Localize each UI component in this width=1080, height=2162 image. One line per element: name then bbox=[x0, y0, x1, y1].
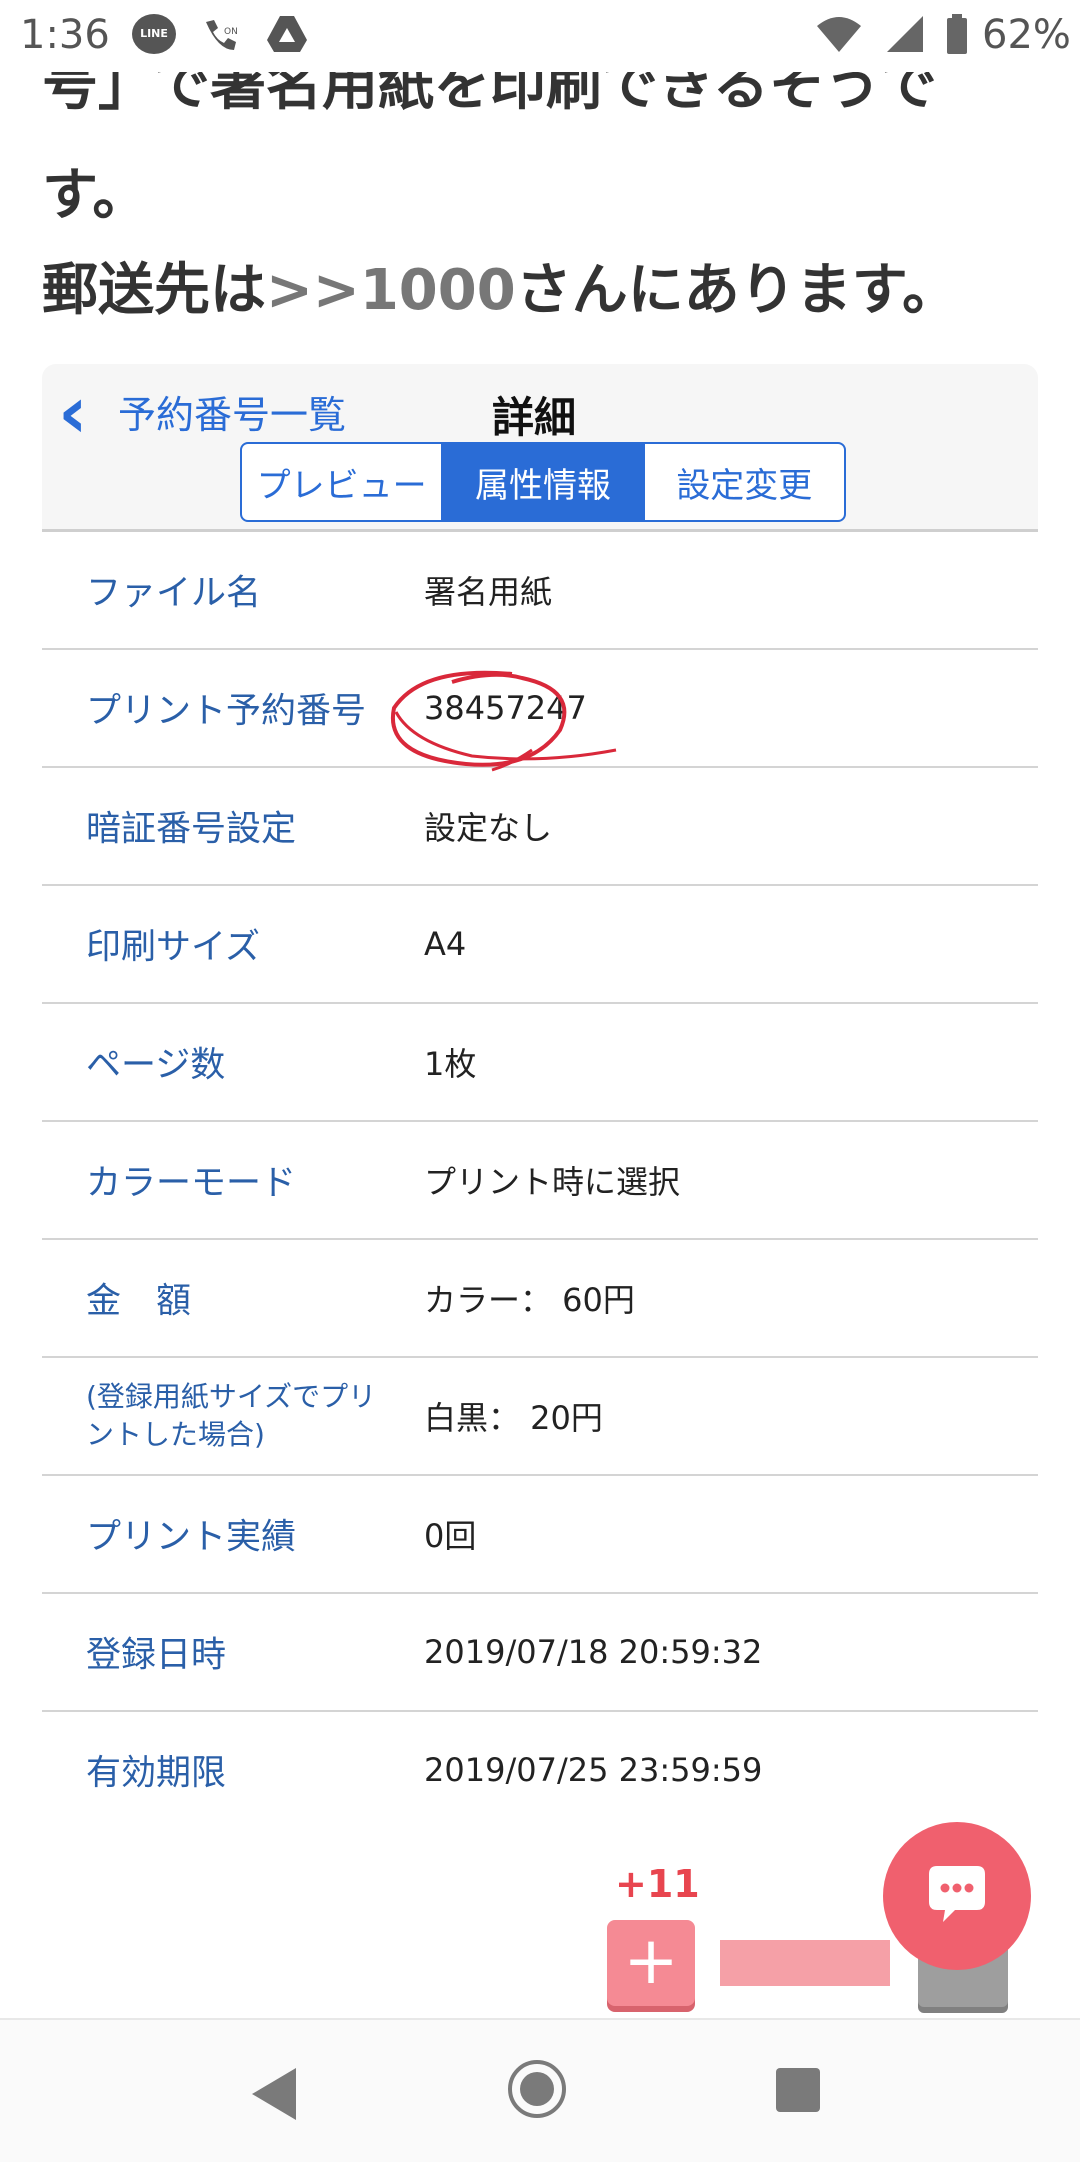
chat-bubble-icon bbox=[929, 1866, 985, 1922]
progress-strip bbox=[720, 1940, 890, 1986]
row-value: 38457247 bbox=[424, 689, 587, 727]
chat-button[interactable] bbox=[883, 1822, 1031, 1970]
row-label: 登録日時 bbox=[86, 1635, 227, 1676]
wifi-calling-icon: ON bbox=[206, 20, 238, 50]
row-value: 設定なし bbox=[424, 809, 553, 847]
row-value: A4 bbox=[424, 925, 467, 963]
list-item: (登録用紙サイズでプリントした場合) 白黒： 20円 bbox=[42, 1358, 1038, 1476]
wifi-icon bbox=[817, 17, 861, 52]
row-label: 印刷サイズ bbox=[86, 927, 260, 968]
list-item: 登録日時 2019/07/18 20:59:32 bbox=[42, 1594, 1038, 1712]
list-item: カラーモード プリント時に選択 bbox=[42, 1122, 1038, 1240]
battery-icon bbox=[947, 14, 967, 54]
row-value: 署名用紙 bbox=[424, 573, 553, 611]
tab-attributes[interactable]: 属性情報 bbox=[443, 444, 645, 520]
list-item: ページ数 1枚 bbox=[42, 1004, 1038, 1122]
recent-apps-icon[interactable] bbox=[776, 2068, 820, 2112]
detail-header: ‹ 予約番号一覧 詳細 プレビュー 属性情報 設定変更 bbox=[42, 364, 1038, 532]
row-label: (登録用紙サイズでプリントした場合) bbox=[86, 1380, 377, 1451]
tab-settings[interactable]: 設定変更 bbox=[645, 444, 844, 520]
row-value: 1枚 bbox=[424, 1045, 477, 1083]
article-text: 郵送先は bbox=[42, 258, 266, 323]
row-label: プリント予約番号 bbox=[86, 691, 367, 732]
page-title: 詳細 bbox=[492, 393, 577, 442]
row-label: ファイル名 bbox=[86, 573, 262, 614]
tab-preview[interactable]: プレビュー bbox=[242, 444, 444, 520]
row-value: プリント時に選択 bbox=[424, 1163, 681, 1201]
back-button[interactable]: 予約番号一覧 bbox=[118, 384, 346, 439]
segmented-control: プレビュー 属性情報 設定変更 bbox=[240, 442, 846, 522]
back-icon[interactable] bbox=[252, 2068, 296, 2120]
list-item: ファイル名 署名用紙 bbox=[42, 532, 1038, 650]
row-label: 有効期限 bbox=[86, 1753, 227, 1794]
row-label: 金 額 bbox=[86, 1281, 192, 1322]
line-app-icon: LINE bbox=[132, 14, 176, 54]
article-line-2: す。 bbox=[42, 163, 149, 228]
row-value: 0回 bbox=[424, 1517, 477, 1555]
article-text: さんにあります。 bbox=[515, 258, 959, 323]
navigation-bar bbox=[0, 2018, 1080, 2162]
plus-button[interactable]: + bbox=[607, 1920, 695, 2006]
row-value: 白黒： 20円 bbox=[424, 1399, 603, 1437]
home-icon[interactable] bbox=[508, 2060, 566, 2118]
chevron-left-icon[interactable]: ‹ bbox=[58, 370, 88, 454]
list-item: 印刷サイズ A4 bbox=[42, 886, 1038, 1004]
list-item: プリント実績 0回 bbox=[42, 1476, 1038, 1594]
row-value: 2019/07/18 20:59:32 bbox=[424, 1633, 763, 1671]
list-item: 金 額 カラー： 60円 bbox=[42, 1240, 1038, 1358]
row-label: プリント実績 bbox=[86, 1517, 297, 1558]
row-label: ページ数 bbox=[86, 1045, 226, 1086]
plus-count-badge: +11 bbox=[615, 1862, 700, 1906]
svg-text:ON: ON bbox=[224, 27, 238, 37]
status-time: 1:36 bbox=[20, 12, 110, 58]
list-item: 暗証番号設定 設定なし bbox=[42, 768, 1038, 886]
article-line-3: 郵送先は>>1000さんにあります。 bbox=[42, 245, 958, 326]
row-value: 2019/07/25 23:59:59 bbox=[424, 1751, 763, 1789]
anchor-link[interactable]: >>1000 bbox=[266, 258, 516, 323]
row-label: カラーモード bbox=[86, 1163, 297, 1204]
detail-screenshot: ‹ 予約番号一覧 詳細 プレビュー 属性情報 設定変更 ファイル名 署名用紙 プ… bbox=[42, 364, 1038, 1814]
row-value: カラー： 60円 bbox=[424, 1281, 635, 1319]
battery-percentage: 62% bbox=[982, 12, 1071, 58]
status-bar: 1:36 LINE ON 62% bbox=[0, 0, 1080, 72]
row-label: 暗証番号設定 bbox=[86, 809, 297, 850]
signal-icon bbox=[887, 16, 923, 52]
list-item: プリント予約番号 38457247 bbox=[42, 650, 1038, 772]
drive-icon bbox=[267, 16, 307, 52]
list-item: 有効期限 2019/07/25 23:59:59 bbox=[42, 1712, 1038, 1828]
attribute-list: ファイル名 署名用紙 プリント予約番号 38457247 暗証番号設定 設定なし… bbox=[42, 532, 1038, 1828]
